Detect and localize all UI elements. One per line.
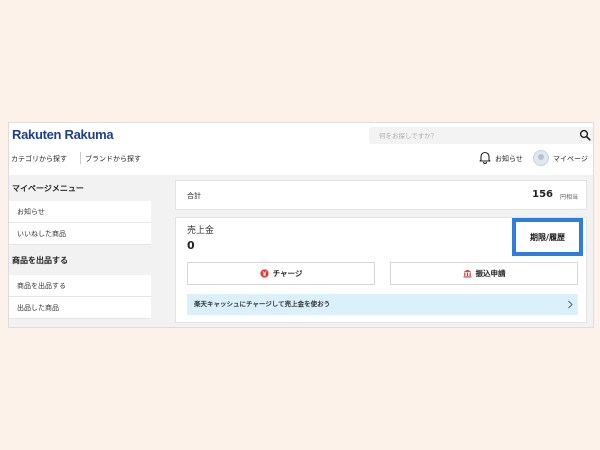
sales-title: 売上金 — [187, 226, 215, 236]
sales-value: 0 — [187, 239, 195, 252]
chevron-right-icon — [568, 300, 573, 309]
total-unit: 円相当 — [559, 194, 578, 201]
charge-button-label: チャージ — [272, 269, 303, 278]
transfer-button-label: 振込申請 — [475, 269, 506, 278]
sidebar-item-liked[interactable]: いいねした商品 — [9, 223, 151, 245]
nav-divider — [80, 152, 81, 164]
mypage-link[interactable]: マイページ — [553, 154, 588, 164]
yen-coin-icon — [259, 269, 269, 278]
rakuma-logo[interactable]: Rakuten Rakuma — [12, 127, 114, 142]
nav-category[interactable]: カテゴリから探す — [11, 154, 67, 164]
charge-button[interactable]: チャージ — [187, 262, 375, 285]
avatar[interactable] — [533, 150, 549, 166]
search-bar — [369, 127, 593, 144]
sidebar-sell-heading: 商品を出品する — [12, 256, 68, 265]
total-value: 156 — [532, 189, 553, 200]
history-button[interactable]: 期限/履歴 — [512, 218, 583, 256]
search-input[interactable] — [369, 127, 569, 144]
rakuten-cash-promo-banner[interactable]: 楽天キャッシュにチャージして売上金を使おう — [187, 294, 578, 315]
total-label: 合計 — [187, 192, 201, 200]
search-icon[interactable] — [579, 129, 591, 141]
header: Rakuten Rakuma カテゴリから探す ブランドから探す お知らせ マイ… — [9, 123, 593, 175]
notifications-link[interactable]: お知らせ — [495, 154, 523, 164]
sales-card: 売上金 0 期限/履歴 チャージ 振込申請 楽天キャッシュにチャージして売上金を… — [175, 217, 587, 323]
sidebar-item-sell[interactable]: 商品を出品する — [9, 275, 151, 297]
app-window: Rakuten Rakuma カテゴリから探す ブランドから探す お知らせ マイ… — [8, 122, 594, 328]
transfer-button[interactable]: 振込申請 — [390, 262, 578, 285]
bank-icon — [463, 269, 471, 278]
promo-text: 楽天キャッシュにチャージして売上金を使おう — [194, 300, 331, 308]
sidebar: マイページメニュー お知らせ いいねした商品 商品を出品する 商品を出品する 出… — [9, 175, 151, 327]
total-card: 合計 156 円相当 — [175, 180, 587, 210]
nav-brand[interactable]: ブランドから探す — [85, 154, 141, 164]
sidebar-item-listed[interactable]: 出品した商品 — [9, 297, 151, 319]
sidebar-item-notifications[interactable]: お知らせ — [9, 201, 151, 223]
bell-icon[interactable] — [478, 150, 492, 164]
sidebar-menu-heading: マイページメニュー — [12, 184, 84, 193]
